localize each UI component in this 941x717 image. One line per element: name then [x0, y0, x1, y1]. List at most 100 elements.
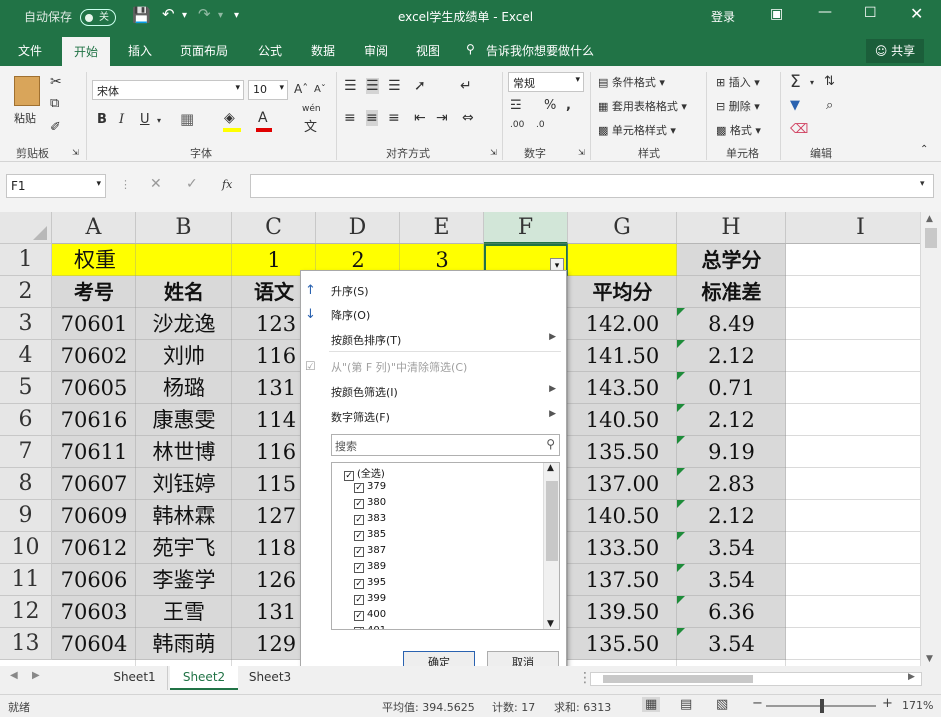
- cell-h2[interactable]: 标准差: [677, 276, 786, 308]
- cell-avg[interactable]: 142.00: [568, 308, 677, 340]
- scroll-down-icon[interactable]: ▼: [926, 654, 933, 664]
- formula-input[interactable]: [250, 174, 934, 198]
- sort-descending-item[interactable]: 降序(O): [331, 307, 370, 323]
- cell-name[interactable]: 杨璐: [136, 372, 232, 404]
- prev-sheet-icon[interactable]: ◀: [10, 670, 18, 681]
- cell-a1[interactable]: 权重: [52, 244, 136, 276]
- filter-checkbox-item[interactable]: ✓ 387: [354, 545, 386, 557]
- cell-std[interactable]: 2.12: [677, 500, 786, 532]
- align-right-icon[interactable]: ≡: [388, 110, 400, 126]
- error-indicator-icon[interactable]: [677, 468, 685, 476]
- error-indicator-icon[interactable]: [677, 308, 685, 316]
- top-align-icon[interactable]: ☰: [344, 78, 357, 94]
- merge-center-icon[interactable]: ⇔: [462, 110, 474, 126]
- filter-value-list[interactable]: ▲ ▼ ✓ (全选) ✓ 379 ✓ 380 ✓ 383 ✓ 385 ✓ 387 ✓ 389 ✓ 395 ✓ 39…: [331, 462, 560, 630]
- tab-view[interactable]: 视图: [416, 42, 440, 59]
- cell-id[interactable]: 70611: [52, 436, 136, 468]
- copy-icon[interactable]: ⧉: [50, 96, 59, 111]
- italic-icon[interactable]: I: [119, 112, 124, 127]
- column-header-i[interactable]: I: [786, 212, 936, 244]
- cell-id[interactable]: 70607: [52, 468, 136, 500]
- cell-name[interactable]: 林世博: [136, 436, 232, 468]
- sheet-tab-2[interactable]: Sheet2: [170, 666, 238, 690]
- error-indicator-icon[interactable]: [677, 372, 685, 380]
- align-center-icon[interactable]: ≡: [366, 110, 378, 126]
- filter-checkbox-item[interactable]: ✓401: [354, 625, 386, 629]
- row-header-3[interactable]: 3: [0, 308, 52, 340]
- alignment-launcher-icon[interactable]: ⇲: [490, 148, 497, 157]
- paste-label[interactable]: 粘贴: [14, 110, 36, 126]
- close-icon[interactable]: ✕: [910, 4, 923, 23]
- row-header-2[interactable]: 2: [0, 276, 52, 308]
- row-header-5[interactable]: 5: [0, 372, 52, 404]
- list-scrollbar[interactable]: ▲ ▼: [543, 463, 559, 629]
- cell-id[interactable]: 70604: [52, 628, 136, 660]
- zoom-slider[interactable]: [766, 699, 876, 713]
- cell-name[interactable]: 沙龙逸: [136, 308, 232, 340]
- error-indicator-icon[interactable]: [677, 436, 685, 444]
- conditional-format-button[interactable]: ▤ 条件格式 ▾: [598, 74, 665, 90]
- ribbon-display-icon[interactable]: ▣: [770, 6, 783, 22]
- clear-icon[interactable]: ⌫: [790, 122, 808, 137]
- maximize-icon[interactable]: ☐: [864, 5, 877, 21]
- sheet-tab-1[interactable]: Sheet1: [102, 666, 168, 690]
- column-header-h[interactable]: H: [677, 212, 786, 244]
- vertical-scrollbar[interactable]: ▲ ▼: [920, 212, 941, 666]
- filter-checkbox-item[interactable]: ✓ 385: [354, 529, 386, 541]
- insert-function-icon[interactable]: fx: [222, 178, 232, 191]
- middle-align-icon[interactable]: ☰: [366, 78, 379, 94]
- number-launcher-icon[interactable]: ⇲: [578, 148, 585, 157]
- font-color-icon[interactable]: A: [258, 110, 268, 126]
- filter-checkbox-item[interactable]: ✓ 383: [354, 513, 386, 525]
- cell-style-button[interactable]: ▩ 单元格样式 ▾: [598, 122, 676, 138]
- decrease-decimal-icon[interactable]: .0: [536, 120, 545, 130]
- cell-std[interactable]: 6.36: [677, 596, 786, 628]
- phonetic-label[interactable]: wén: [302, 104, 321, 114]
- zoom-in-icon[interactable]: +: [882, 696, 893, 711]
- error-indicator-icon[interactable]: [677, 564, 685, 572]
- cell-name[interactable]: 刘钰婷: [136, 468, 232, 500]
- cell-id[interactable]: 70606: [52, 564, 136, 596]
- row-header-7[interactable]: 7: [0, 436, 52, 468]
- horizontal-scrollbar[interactable]: [590, 672, 922, 686]
- column-header-f[interactable]: F: [484, 212, 568, 244]
- save-icon[interactable]: 💾: [132, 6, 151, 24]
- login-button[interactable]: 登录: [711, 8, 735, 25]
- cell-name[interactable]: 王雪: [136, 596, 232, 628]
- cell-b2[interactable]: 姓名: [136, 276, 232, 308]
- cut-icon[interactable]: ✂: [50, 74, 62, 90]
- tab-review[interactable]: 审阅: [364, 42, 388, 59]
- column-header-d[interactable]: D: [316, 212, 400, 244]
- cell-name[interactable]: 韩雨萌: [136, 628, 232, 660]
- expand-formula-icon[interactable]: ▾: [920, 179, 925, 189]
- cell-id[interactable]: 70616: [52, 404, 136, 436]
- clear-filter-item[interactable]: 从"(第 F 列)"中清除筛选(C): [331, 359, 467, 375]
- cell-a2[interactable]: 考号: [52, 276, 136, 308]
- cancel-icon[interactable]: ✕: [150, 176, 162, 192]
- cell-id[interactable]: 70601: [52, 308, 136, 340]
- filter-checkbox-item[interactable]: ✓ 380: [354, 497, 386, 509]
- number-filter-item[interactable]: 数字筛选(F): [331, 409, 390, 425]
- font-name-select[interactable]: 宋体 ▾: [92, 80, 244, 100]
- row-header-11[interactable]: 11: [0, 564, 52, 596]
- table-format-button[interactable]: ▦ 套用表格格式 ▾: [598, 98, 687, 114]
- filter-checkbox-item[interactable]: ✓ 399: [354, 593, 386, 605]
- cell-name[interactable]: 苑宇飞: [136, 532, 232, 564]
- percent-icon[interactable]: %: [544, 98, 556, 113]
- cell-std[interactable]: 2.12: [677, 340, 786, 372]
- accounting-icon[interactable]: ☲: [510, 98, 522, 113]
- cell-row1-fill[interactable]: [136, 244, 232, 276]
- autosave-toggle[interactable]: 关: [80, 9, 116, 26]
- cell-id[interactable]: 70602: [52, 340, 136, 372]
- enter-icon[interactable]: ✓: [186, 176, 198, 192]
- row-header-1[interactable]: 1: [0, 244, 52, 276]
- select-all-corner[interactable]: [0, 212, 52, 244]
- insert-cells-button[interactable]: ⊞ 插入 ▾: [716, 74, 760, 90]
- zoom-level[interactable]: 171%: [902, 699, 933, 712]
- cell-avg[interactable]: 143.50: [568, 372, 677, 404]
- minimize-icon[interactable]: —: [818, 4, 832, 20]
- bold-icon[interactable]: B: [97, 112, 107, 127]
- row-header-8[interactable]: 8: [0, 468, 52, 500]
- cell-std[interactable]: 3.54: [677, 564, 786, 596]
- decrease-indent-icon[interactable]: ⇤: [414, 110, 426, 126]
